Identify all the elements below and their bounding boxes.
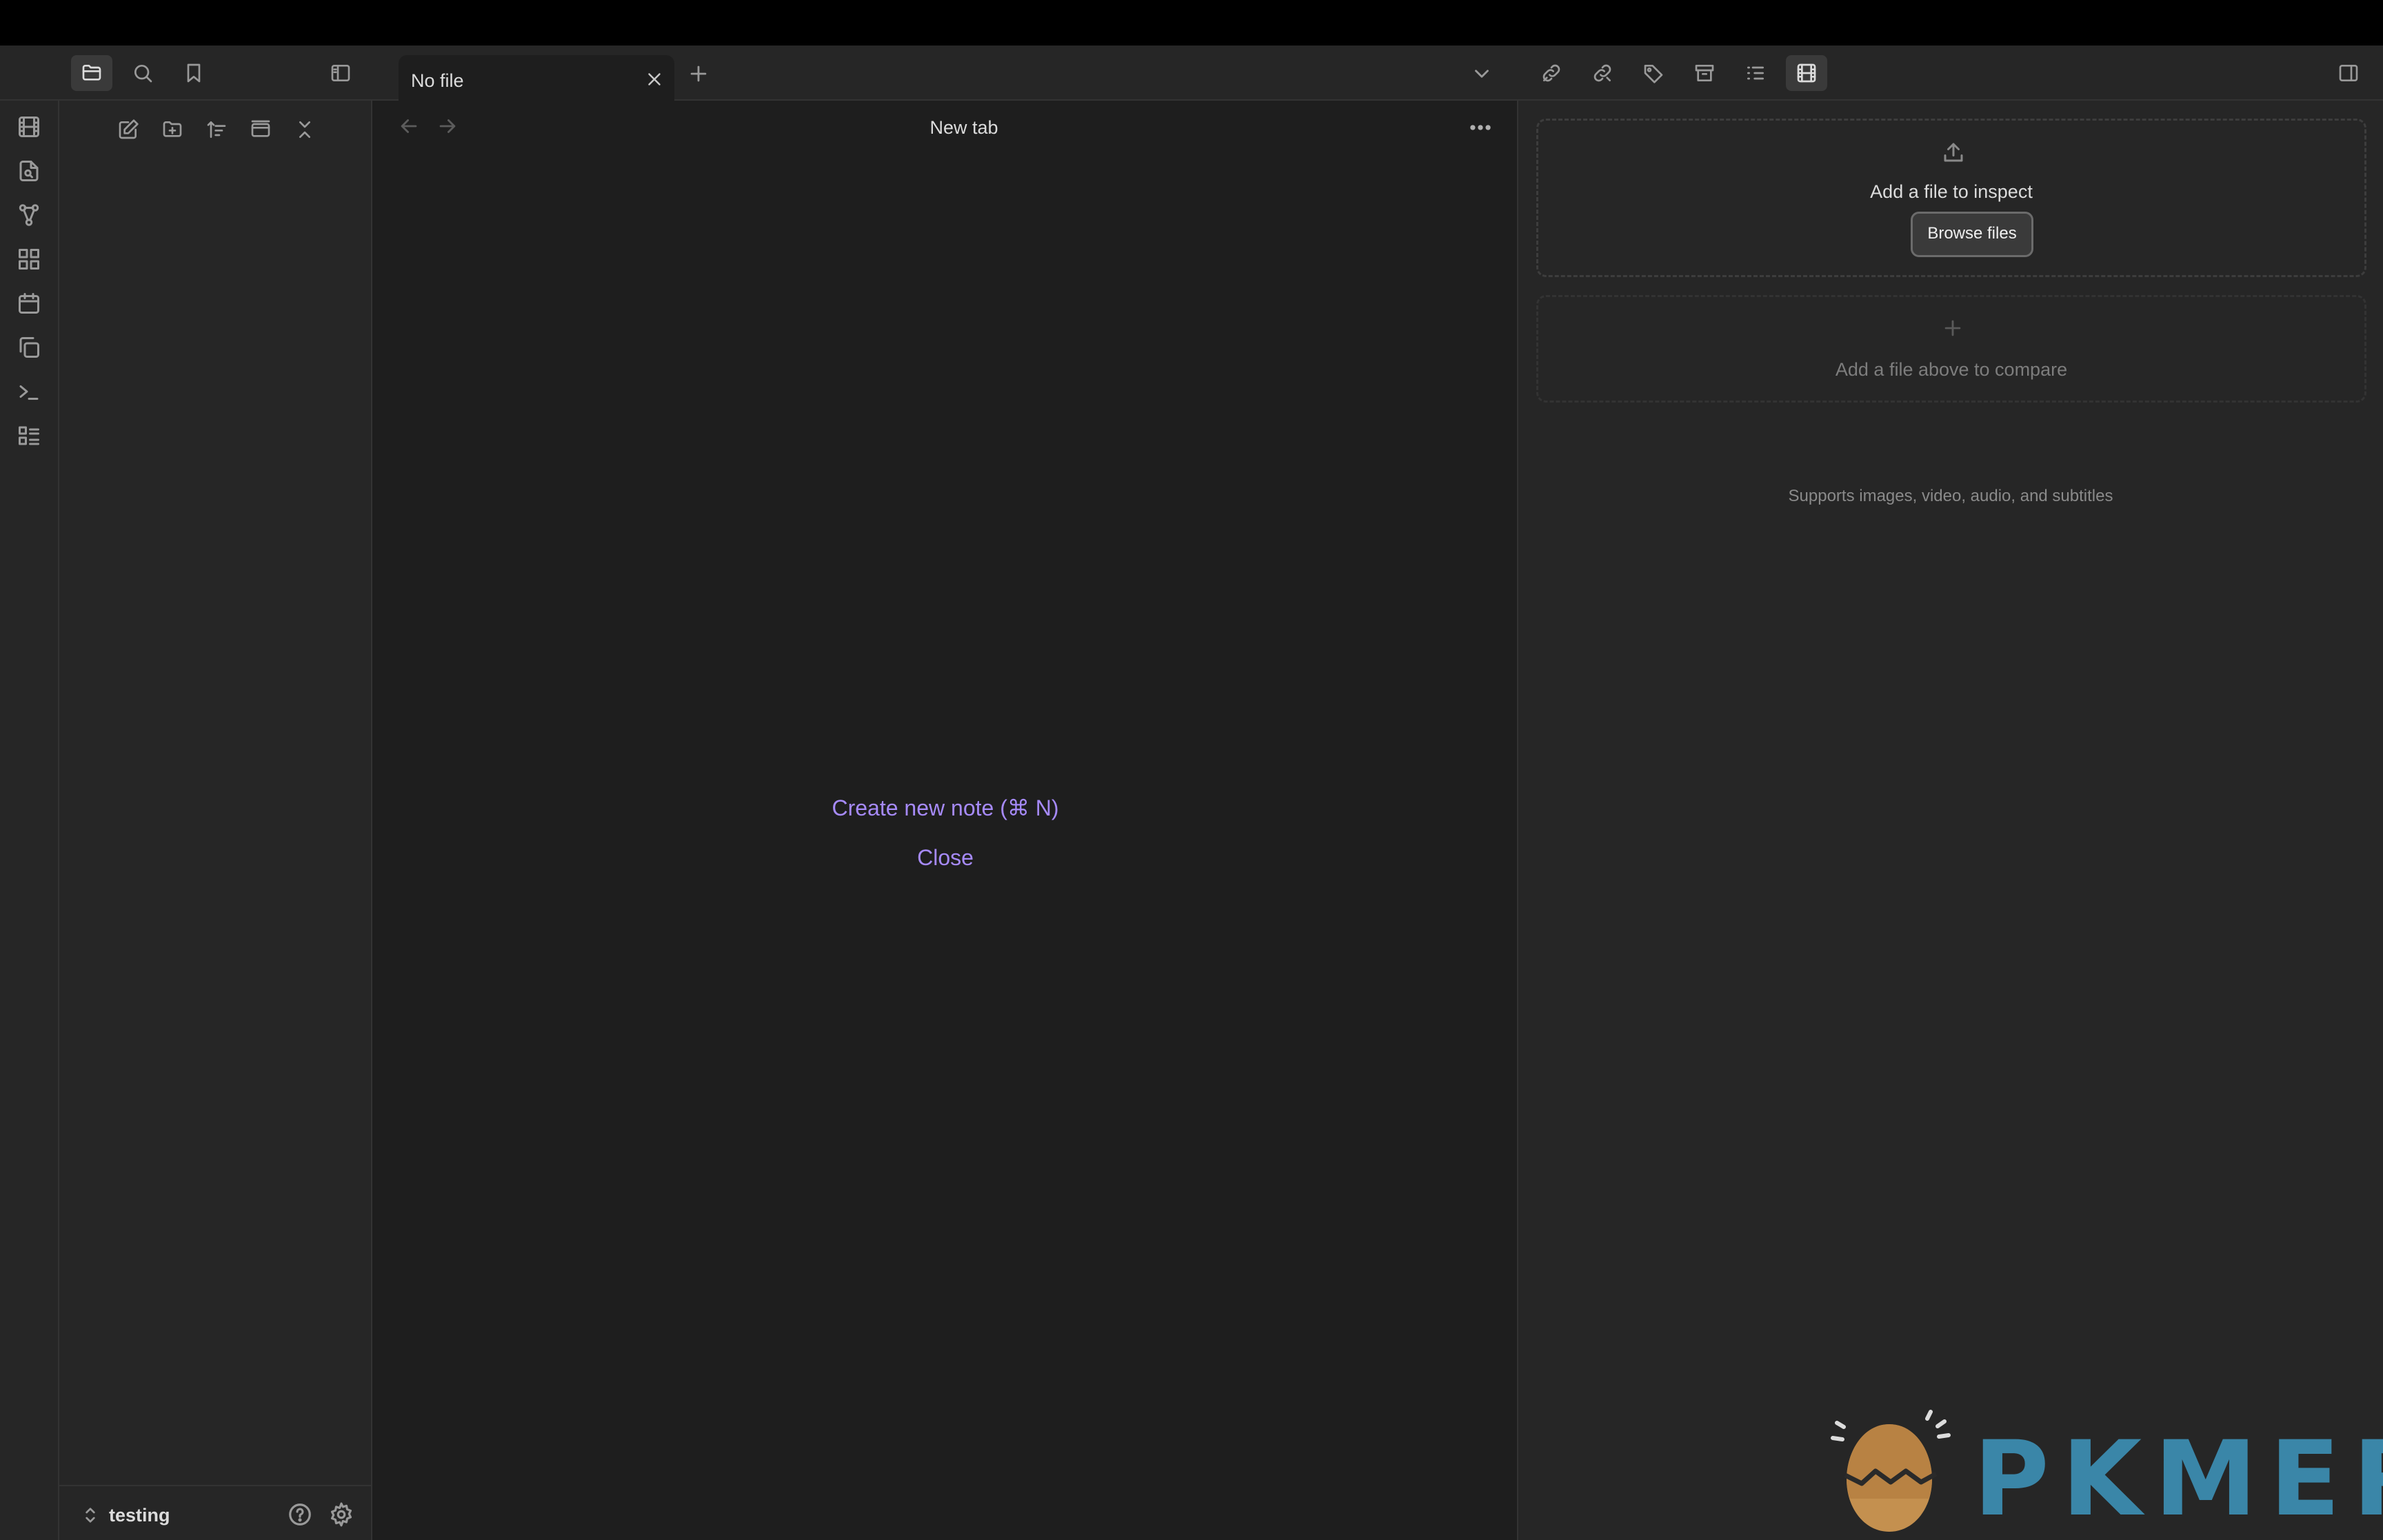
backlinks-icon[interactable] [1582,55,1623,91]
sort-icon[interactable] [203,116,230,143]
file-explorer: testing [59,101,372,1540]
supports-text: Supports images, video, audio, and subti… [1788,487,2113,505]
ribbon [0,101,59,1540]
bookmark-icon[interactable] [173,55,214,91]
vault-bar: testing [59,1485,371,1540]
checklist-icon[interactable] [17,423,41,448]
chevron-down-icon[interactable] [1470,62,1494,85]
media-inspector-icon[interactable] [1786,55,1827,91]
file-search-icon[interactable] [17,159,41,183]
more-options-icon[interactable] [1467,114,1494,141]
file-drop-zone[interactable]: Add a file to inspect Browse files [1536,119,2366,277]
copy-icon[interactable] [17,335,41,360]
vault-switcher[interactable]: testing [83,1503,221,1528]
vault-name: testing [109,1504,170,1526]
main-pane: New tab Create new note (⌘ N) Close [372,101,1518,1540]
help-icon[interactable] [287,1501,313,1528]
ribbon-header [0,45,59,101]
graph-icon[interactable] [17,203,41,227]
sidebar-header [59,45,372,101]
outline-icon[interactable] [1735,55,1776,91]
tab-no-file[interactable]: No file [399,55,674,101]
view-title: New tab [929,117,998,138]
pkmer-watermark-text: PKMER [1973,1419,2383,1539]
new-tab-plus-icon[interactable] [687,62,710,85]
sidebar-toggle-icon[interactable] [320,55,361,91]
right-sidebar-toggle-icon[interactable] [2328,55,2369,91]
plus-icon [1941,316,1964,340]
compare-drop-zone[interactable]: Add a file above to compare [1536,295,2366,403]
app-window: testing No file New tab Create new note … [0,45,2383,1540]
browse-files-button[interactable]: Browse files [1911,212,2033,257]
media-inspector-panel: Add a file to inspect Browse files Add a… [1518,101,2383,1540]
upload-icon [1941,140,1966,165]
new-folder-icon[interactable] [159,116,186,143]
settings-gear-icon[interactable] [328,1501,354,1528]
folder-icon[interactable] [71,55,112,91]
close-link[interactable]: Close [372,844,1518,893]
calendar-icon[interactable] [17,291,41,316]
dashboard-icon[interactable] [17,247,41,272]
close-chevron-icon[interactable] [291,116,319,143]
archive-icon[interactable] [1684,55,1725,91]
empty-state-actions: Create new note (⌘ N) Close [372,794,1518,893]
pkmer-logo-icon [1827,1409,1951,1540]
new-note-icon[interactable] [114,116,142,143]
compare-label: Add a file above to compare [1835,359,2068,380]
drop-label: Add a file to inspect [1870,181,2033,202]
close-icon[interactable] [644,69,665,90]
collapse-all-icon[interactable] [247,116,274,143]
outgoing-links-icon[interactable] [1531,55,1572,91]
search-icon[interactable] [122,55,163,91]
tab-title: No file [411,70,464,91]
tab-bar: No file [372,45,2383,101]
window-titlebar [0,0,2383,45]
terminal-icon[interactable] [17,379,41,404]
chevron-updown-icon [83,1504,98,1526]
create-new-note-link[interactable]: Create new note (⌘ N) [372,794,1518,844]
film-icon[interactable] [17,114,41,139]
tags-icon[interactable] [1633,55,1674,91]
